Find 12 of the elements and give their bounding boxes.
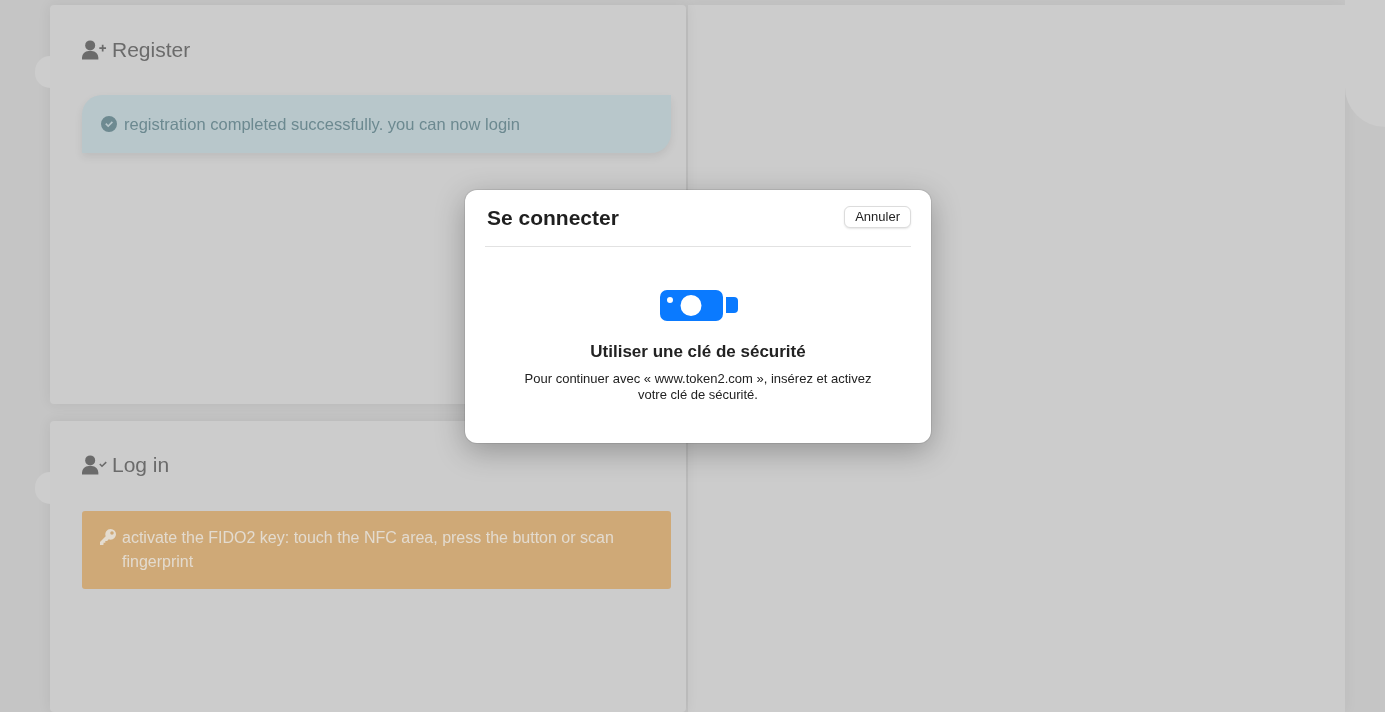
user-plus-icon [82, 40, 107, 60]
panel-title: Register [112, 38, 191, 62]
alert-text: activate the FIDO2 key: touch the NFC area, press the button or scan fingerprint [122, 528, 615, 572]
cancel-button[interactable]: Annuler [844, 205, 911, 228]
user-check-icon [82, 455, 107, 475]
security-key-icon [660, 290, 738, 321]
alert-text: registration completed successfully. you can now login [124, 114, 520, 134]
dialog-message: Pour continuer avec « www.token2.com », insérez et activez votre clé de sécurité. [523, 371, 873, 403]
panel-title: Log in [112, 453, 170, 477]
dialog-title: Se connecter [487, 206, 619, 230]
key-icon [100, 529, 116, 545]
dialog-heading: Utiliser une clé de sécurité [590, 342, 806, 362]
